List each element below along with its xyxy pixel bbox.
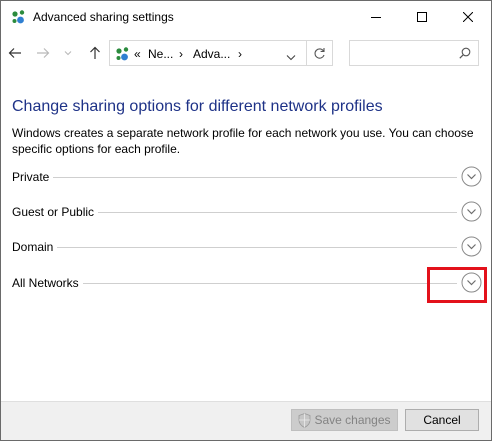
section-divider: [92, 212, 457, 213]
section-divider: [52, 177, 457, 178]
navigation-bar: « Ne... › Adva... ›: [1, 37, 491, 71]
close-icon: [463, 12, 473, 22]
breadcrumb-overflow[interactable]: «: [134, 47, 141, 61]
close-button[interactable]: [445, 1, 491, 33]
breadcrumb-separator[interactable]: ›: [179, 47, 183, 61]
chevron-down-icon: [64, 51, 72, 56]
address-bar[interactable]: « Ne... › Adva... ›: [109, 40, 307, 66]
section-label[interactable]: Guest or Public: [12, 205, 99, 219]
maximize-button[interactable]: [399, 1, 445, 33]
network-sharing-icon: [11, 9, 27, 25]
chevron-down-icon: [286, 55, 296, 61]
address-dropdown-button[interactable]: [286, 50, 296, 64]
section-divider: [82, 283, 457, 284]
arrow-up-icon: [90, 46, 100, 59]
uac-shield-icon: [299, 412, 311, 428]
cancel-button[interactable]: Cancel: [405, 409, 479, 431]
breadcrumb-separator[interactable]: ›: [238, 47, 242, 61]
search-box[interactable]: [349, 40, 479, 66]
section-label[interactable]: All Networks: [12, 276, 83, 290]
arrow-left-icon: [8, 48, 21, 58]
section-all-networks[interactable]: All Networks: [12, 271, 482, 297]
network-sharing-icon: [115, 46, 131, 62]
highlight-box: [427, 267, 487, 303]
refresh-icon: [314, 47, 325, 59]
expand-chevron-icon[interactable]: [461, 201, 482, 222]
window-title: Advanced sharing settings: [33, 10, 174, 24]
maximize-icon: [417, 12, 427, 22]
expand-chevron-icon[interactable]: [461, 236, 482, 257]
up-button[interactable]: [85, 43, 105, 63]
section-domain[interactable]: Domain: [12, 235, 482, 261]
forward-button[interactable]: [33, 43, 53, 63]
page-description: Windows creates a separate network profi…: [12, 126, 474, 156]
refresh-button[interactable]: [307, 40, 333, 66]
footer-bar: Save changes Cancel: [1, 401, 491, 440]
search-icon[interactable]: [459, 47, 471, 62]
section-label[interactable]: Private: [12, 170, 54, 184]
recent-locations-button[interactable]: [62, 43, 74, 63]
breadcrumb-item-advanced[interactable]: Adva...: [193, 47, 230, 61]
breadcrumb-item-network[interactable]: Ne...: [148, 47, 173, 61]
section-divider: [57, 247, 457, 248]
back-button[interactable]: [5, 43, 25, 63]
minimize-button[interactable]: [353, 1, 399, 33]
advanced-sharing-window: Advanced sharing settings « Ne... › Adva…: [0, 0, 492, 441]
section-private[interactable]: Private: [12, 165, 482, 191]
expand-chevron-icon[interactable]: [461, 166, 482, 187]
title-bar: Advanced sharing settings: [1, 1, 491, 33]
minimize-icon: [371, 17, 381, 18]
section-label[interactable]: Domain: [12, 240, 58, 254]
page-title: Change sharing options for different net…: [12, 98, 383, 115]
save-changes-label: Save changes: [314, 413, 391, 427]
save-changes-button[interactable]: Save changes: [291, 409, 398, 431]
section-guest-or-public[interactable]: Guest or Public: [12, 200, 482, 226]
arrow-right-icon: [37, 48, 50, 58]
search-input[interactable]: [354, 44, 458, 64]
